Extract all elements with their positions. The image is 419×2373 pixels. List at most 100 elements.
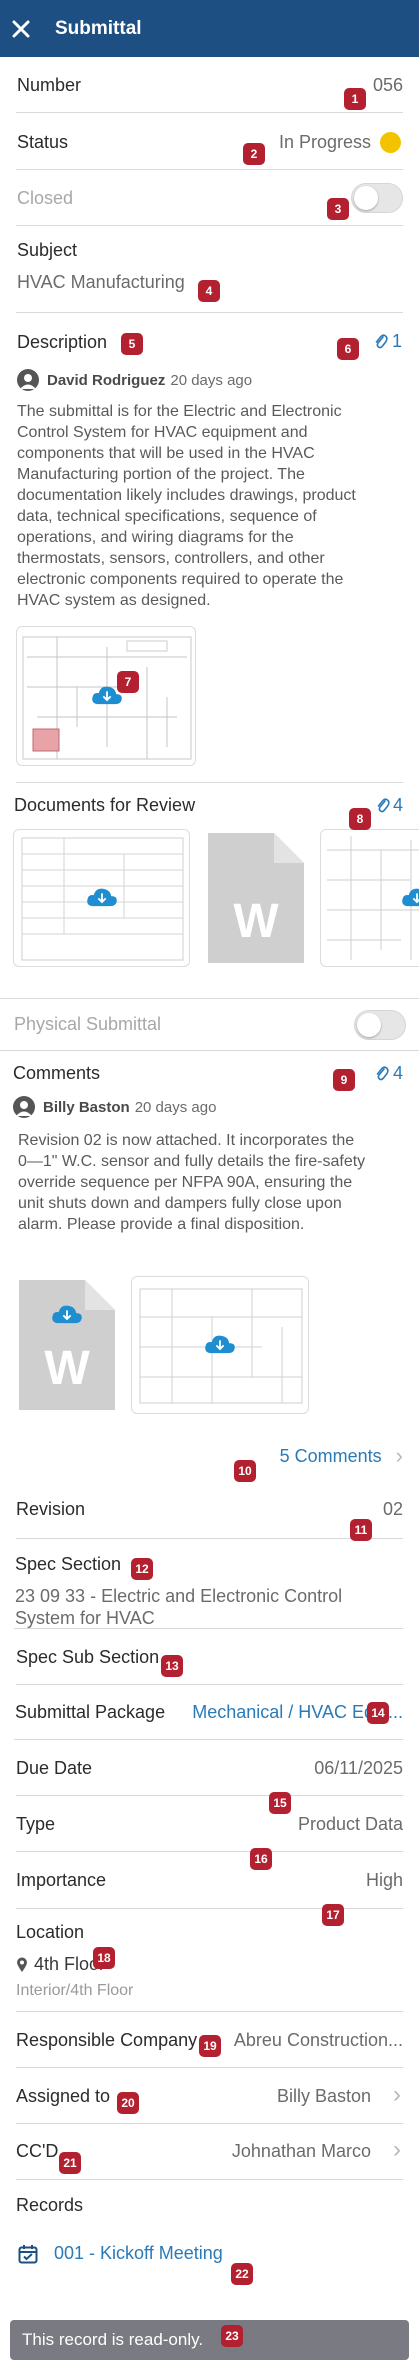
description-attachments[interactable]: 1 [374, 331, 402, 352]
importance-value: High [365, 1870, 403, 1890]
description-attachment-thumb[interactable] [16, 626, 196, 766]
paperclip-icon [376, 1065, 389, 1080]
spec-section-line: System for HVAC [15, 1608, 155, 1628]
records-section: Records 001 - Kickoff Meeting [16, 2180, 403, 2310]
records-label: Records [16, 2195, 84, 2215]
top-bar: Submittal [0, 0, 419, 57]
description-line: data, technical specifications, sequence… [17, 508, 317, 525]
document-thumb-word[interactable]: W [204, 829, 308, 967]
location-path: Interior/4th Floor [16, 1982, 134, 1999]
document-thumb-form[interactable] [13, 829, 190, 967]
closed-toggle-knob [354, 186, 378, 210]
annotation-badge: 6 [337, 338, 359, 360]
chevron-right-icon: › [393, 2136, 401, 2163]
spec-sub-section-label: Spec Sub Section [16, 1647, 160, 1667]
svg-text:W: W [233, 895, 279, 948]
importance-label: Importance [16, 1870, 107, 1890]
calendar-icon [18, 2244, 38, 2263]
ccd-value: Johnathan Marco [231, 2141, 371, 2161]
annotation-badge: 23 [221, 2325, 243, 2347]
comment-author: Billy Baston 20 days ago [13, 1096, 216, 1118]
package-label: Submittal Package [15, 1702, 166, 1722]
word-document-icon: W [19, 1280, 115, 1410]
company-label: Responsible Company [16, 2030, 198, 2050]
description-label: Description [17, 332, 108, 352]
revision-value: 02 [382, 1499, 403, 1519]
subject-label: Subject [17, 240, 78, 260]
annotation-badge: 19 [199, 2035, 221, 2057]
location-value: 4th Floor [16, 1954, 105, 1975]
closed-label: Closed [17, 188, 74, 208]
comment-attachment-plan[interactable] [131, 1276, 309, 1414]
readonly-text: This record is read-only. [22, 2330, 204, 2349]
document-thumb-plan[interactable] [320, 829, 419, 967]
cloud-download-icon [52, 1305, 82, 1324]
spec-section-row: Spec Section 23 09 33 - Electric and Ele… [14, 1539, 403, 1629]
number-value: 056 [372, 75, 403, 95]
annotation-badge: 20 [117, 2092, 139, 2114]
comments-more-label: 5 Comments [279, 1445, 382, 1466]
annotation-badge: 18 [93, 1947, 115, 1969]
assigned-row[interactable]: Assigned to Billy Baston › [16, 2068, 403, 2124]
comment-line: 0—1" W.C. sensor and fully details the f… [18, 1153, 366, 1170]
close-button[interactable] [1, 0, 41, 57]
type-value: Product Data [297, 1814, 403, 1834]
physical-toggle-knob [357, 1013, 381, 1037]
annotation-badge: 14 [367, 1702, 389, 1724]
physical-toggle[interactable] [354, 1010, 406, 1040]
status-dot [380, 132, 401, 153]
annotation-badge: 15 [269, 1792, 291, 1814]
comment-line: override sequence per NFPA 90A, ensuring… [18, 1174, 353, 1191]
documents-label: Documents for Review [14, 795, 196, 815]
record-item[interactable]: 001 - Kickoff Meeting [18, 2243, 223, 2264]
annotation-badge: 12 [131, 1558, 153, 1580]
type-label: Type [16, 1814, 56, 1834]
readonly-banner: This record is read-only. [10, 2320, 409, 2360]
annotation-badge: 10 [234, 1460, 256, 1482]
annotation-badge: 21 [59, 2152, 81, 2174]
comment-line: Revision 02 is now attached. It incorpor… [18, 1132, 355, 1149]
type-row: Type Product Data [16, 1796, 403, 1852]
annotation-badge: 22 [231, 2263, 253, 2285]
comment-attachment-word[interactable]: W [15, 1276, 119, 1414]
annotation-badge: 13 [161, 1655, 183, 1677]
ccd-label: CC'D [16, 2141, 59, 2161]
annotation-badge: 7 [117, 671, 139, 693]
description-line: HVAC system as designed. [17, 592, 211, 609]
close-icon [12, 20, 30, 37]
package-row: Submittal Package Mechanical / HVAC Equi… [14, 1685, 403, 1740]
comment-text: Revision 02 is now attached. It incorpor… [18, 1130, 408, 1235]
spec-section-value: 23 09 33 - Electric and Electronic Contr… [15, 1585, 342, 1629]
chevron-right-icon: › [393, 2081, 401, 2108]
annotation-badge: 3 [327, 198, 349, 220]
documents-attachments[interactable]: 4 [376, 795, 403, 816]
annotation-badge: 1 [344, 88, 366, 110]
revision-label: Revision [16, 1499, 86, 1519]
annotation-badge: 9 [333, 1069, 355, 1091]
comment-line: alarm. Please provide a final dispositio… [18, 1216, 305, 1233]
due-date-label: Due Date [16, 1758, 93, 1778]
comment-time: 20 days ago [134, 1098, 217, 1116]
cloud-download-icon [402, 888, 419, 907]
closed-toggle[interactable] [351, 183, 403, 213]
annotation-badge: 11 [350, 1519, 372, 1541]
annotation-badge: 2 [243, 143, 265, 165]
location-pin-icon [17, 1957, 27, 1972]
description-line: thermostats, sensors, controllers, and o… [17, 550, 325, 567]
status-row[interactable]: Status In Progress [16, 113, 403, 170]
cloud-download-icon [205, 1335, 235, 1354]
user-avatar-icon [17, 369, 39, 391]
due-date-row: Due Date 06/11/2025 [16, 1740, 403, 1796]
description-line: documentation likely includes drawings, … [17, 487, 356, 504]
annotation-badge: 5 [121, 333, 143, 355]
documents-attach-count: 4 [392, 795, 403, 815]
comments-attachments[interactable]: 4 [375, 1063, 403, 1084]
assigned-label: Assigned to [16, 2086, 111, 2106]
record-item-label: 001 - Kickoff Meeting [54, 2243, 223, 2263]
physical-label: Physical Submittal [14, 1014, 162, 1034]
number-label: Number [17, 75, 82, 95]
comments-attach-count: 4 [392, 1063, 403, 1083]
comments-more-link[interactable]: 5 Comments › [280, 1443, 403, 1469]
comment-line: unit shuts down and dampers fully close … [18, 1195, 342, 1212]
comment-author-name: Billy Baston [43, 1098, 130, 1116]
